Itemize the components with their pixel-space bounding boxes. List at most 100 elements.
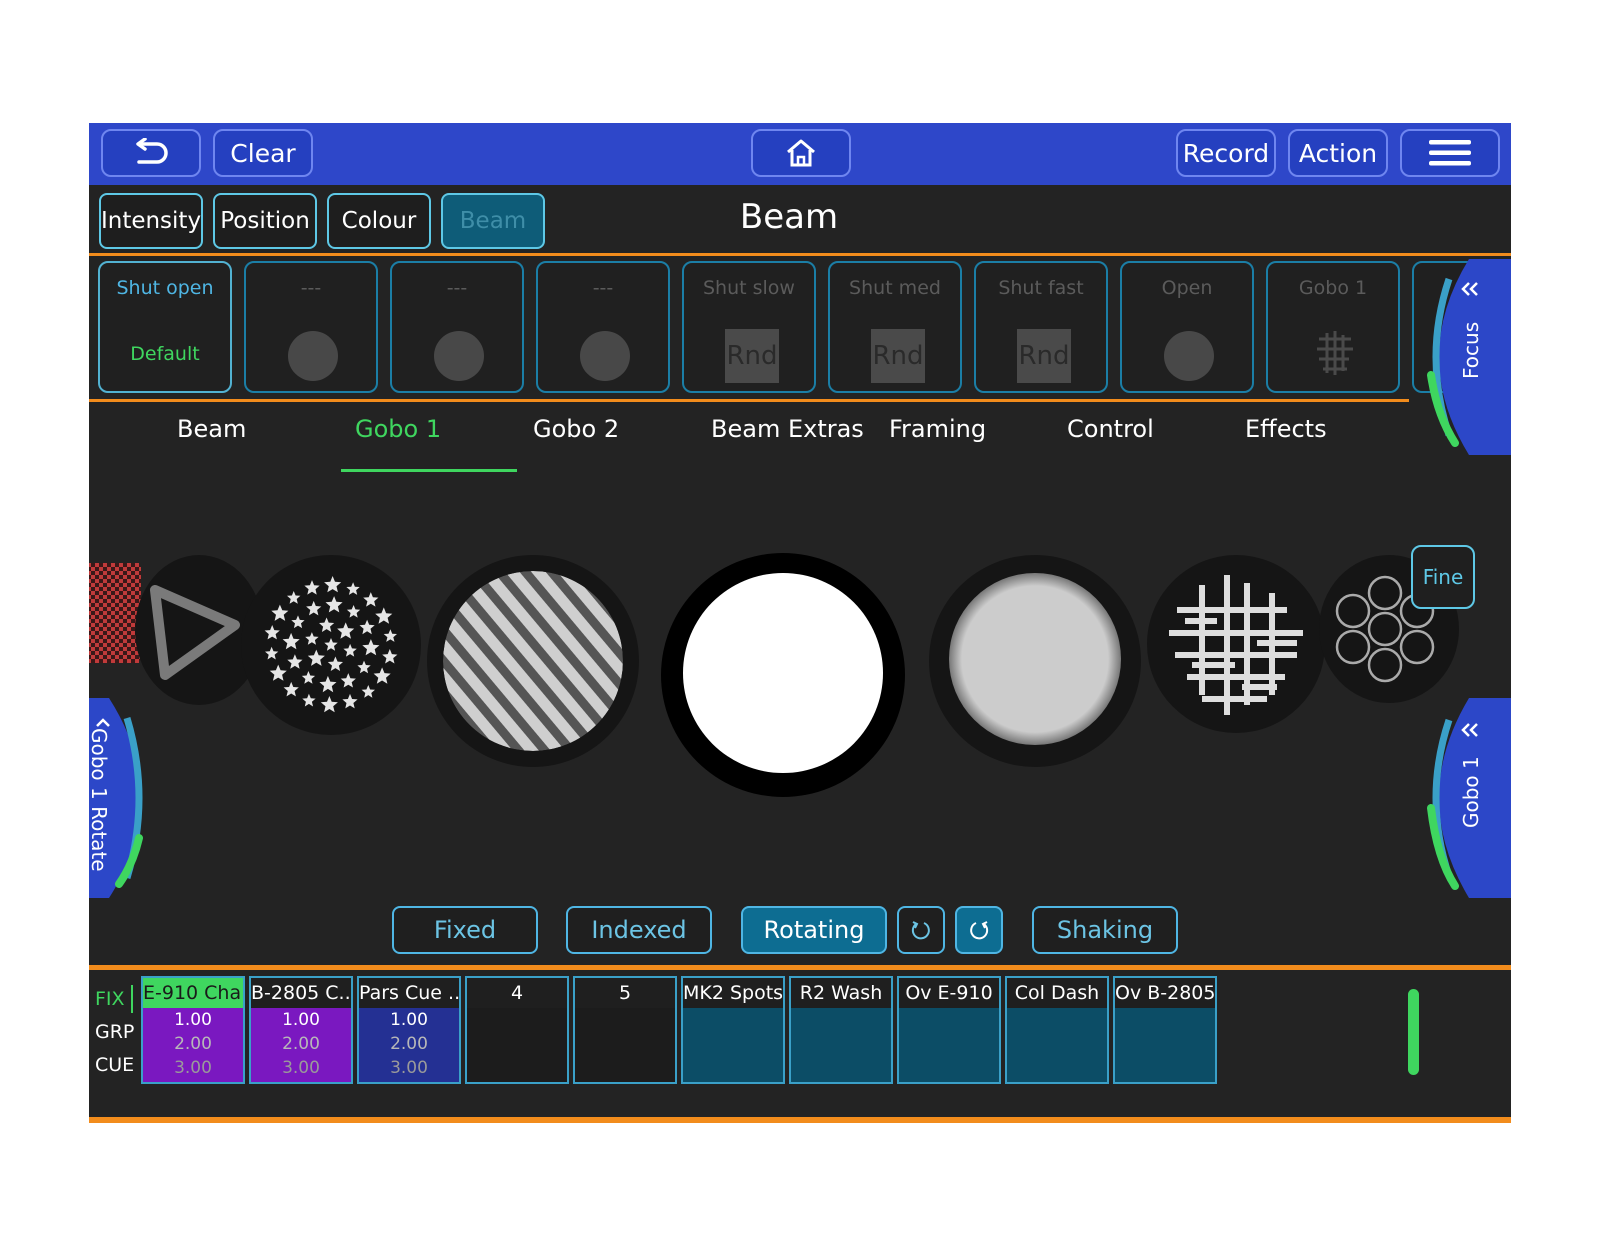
gobo-soft[interactable] xyxy=(929,555,1141,767)
tab-colour[interactable]: Colour xyxy=(327,193,431,249)
mode-fixed-button[interactable]: Fixed xyxy=(392,906,538,954)
fixture-tile[interactable]: E-910 Cha...1.00 2.00 3.00 xyxy=(141,976,245,1084)
tab-beam[interactable]: Beam xyxy=(441,193,545,249)
scroll-indicator[interactable] xyxy=(1408,989,1419,1075)
palette-label: Open xyxy=(1161,277,1213,299)
palette-empty-2[interactable]: --- xyxy=(390,261,524,393)
palette-dot-icon xyxy=(1164,331,1214,381)
palette-dot-icon xyxy=(288,331,338,381)
fixture-tile[interactable]: B-2805 C... 1.00 2.00 3.00 xyxy=(249,976,353,1084)
clear-button[interactable]: Clear xyxy=(213,129,313,177)
subtab-control[interactable]: Control xyxy=(1067,415,1154,443)
tab-position[interactable]: Position xyxy=(213,193,317,249)
divider-palettes xyxy=(89,399,1409,402)
mode-shaking-button[interactable]: Shaking xyxy=(1032,906,1178,954)
fix-row-indicator xyxy=(131,985,133,1013)
fixture-value: 2.00 xyxy=(174,1034,212,1054)
subtab-gobo-1[interactable]: Gobo 1 xyxy=(355,415,441,443)
gobo-open-selected[interactable] xyxy=(661,553,905,797)
fixture-tile[interactable]: Pars Cue ... 1.00 2.00 3.00 xyxy=(357,976,461,1084)
gobo-breakup[interactable] xyxy=(1147,555,1325,733)
palette-label: Shut open xyxy=(116,277,214,299)
fixture-tile[interactable]: 5 xyxy=(573,976,677,1084)
fixture-value: 3.00 xyxy=(390,1058,428,1078)
page-title: Beam xyxy=(739,197,839,237)
fixture-value: 3.00 xyxy=(174,1058,212,1078)
palette-shut-open[interactable]: Shut open Default xyxy=(98,261,232,393)
palette-shut-fast[interactable]: Shut fast Rnd xyxy=(974,261,1108,393)
fixture-value: 1.00 xyxy=(390,1010,428,1030)
fixture-name: Pars Cue ... xyxy=(359,978,459,1008)
palette-label: Shut fast xyxy=(998,277,1084,299)
gobo-stripes[interactable] xyxy=(427,555,639,767)
fixture-name: 5 xyxy=(575,978,675,1008)
fixture-value: 2.00 xyxy=(282,1034,320,1054)
palette-open[interactable]: Open xyxy=(1120,261,1254,393)
palette-label: Shut slow xyxy=(703,277,795,299)
mode-rotating-button[interactable]: Rotating xyxy=(741,906,887,954)
palette-label: Gobo 1 xyxy=(1298,277,1368,299)
fixture-tile[interactable]: R2 Wash xyxy=(789,976,893,1084)
active-subtab-underline xyxy=(341,469,517,472)
palette-random-badge: Rnd xyxy=(871,329,925,383)
cue-row-label: CUE xyxy=(95,1054,135,1076)
fixture-name: Ov E-910 xyxy=(899,978,999,1008)
tab-intensity[interactable]: Intensity xyxy=(99,193,203,249)
subtab-beam-extras[interactable]: Beam Extras xyxy=(711,415,864,443)
action-button[interactable]: Action xyxy=(1288,129,1388,177)
menu-button[interactable] xyxy=(1400,129,1500,177)
fixture-value: 1.00 xyxy=(174,1010,212,1030)
back-button[interactable] xyxy=(101,129,201,177)
undo-arrow-icon xyxy=(136,138,168,164)
home-button[interactable] xyxy=(751,129,851,177)
fixture-tile[interactable]: Ov E-910 xyxy=(897,976,1001,1084)
palette-label: --- xyxy=(300,277,322,299)
record-button[interactable]: Record xyxy=(1176,129,1276,177)
palette-value: Default xyxy=(130,343,200,365)
focus-wheel[interactable]: Focus xyxy=(1409,259,1511,455)
fixture-value: 2.00 xyxy=(390,1034,428,1054)
fix-row-label: FIX xyxy=(95,988,125,1010)
subtab-beam[interactable]: Beam xyxy=(177,415,246,443)
palette-empty-3[interactable]: --- xyxy=(536,261,670,393)
palette-empty-1[interactable]: --- xyxy=(244,261,378,393)
fixture-name: Col Dash xyxy=(1007,978,1107,1008)
palette-random-badge: Rnd xyxy=(1017,329,1071,383)
rotate-ccw-button[interactable] xyxy=(897,906,945,954)
gobo-1-rotate-wheel[interactable]: Gobo 1 Rotate xyxy=(89,698,161,898)
gobo-stars[interactable] xyxy=(241,555,421,735)
divider-top xyxy=(89,253,1511,256)
fixture-name: Ov B-2805 xyxy=(1115,978,1215,1008)
fixture-name: MK2 Spots xyxy=(683,978,783,1008)
subtab-framing[interactable]: Framing xyxy=(889,415,986,443)
console-app: Clear Record Action Intensity Position C… xyxy=(89,123,1511,1123)
gobo-checker[interactable] xyxy=(89,563,141,663)
fine-button[interactable]: Fine xyxy=(1411,545,1475,609)
fixture-name: R2 Wash xyxy=(791,978,891,1008)
palette-label: --- xyxy=(592,277,614,299)
palette-label: --- xyxy=(446,277,468,299)
fixture-tile[interactable]: MK2 Spots xyxy=(681,976,785,1084)
rotate-cw-button[interactable] xyxy=(955,906,1003,954)
subtab-gobo-2[interactable]: Gobo 2 xyxy=(533,415,619,443)
mode-indexed-button[interactable]: Indexed xyxy=(566,906,712,954)
fixture-tile[interactable]: Col Dash xyxy=(1005,976,1109,1084)
fixture-tile[interactable]: Ov B-2805 xyxy=(1113,976,1217,1084)
rotate-cw-icon xyxy=(970,921,989,940)
palette-gobo-1[interactable]: Gobo 1 xyxy=(1266,261,1400,393)
gobo-breakup-icon xyxy=(1317,331,1353,375)
subtab-effects[interactable]: Effects xyxy=(1245,415,1327,443)
fixture-tile[interactable]: 4 xyxy=(465,976,569,1084)
divider-bottom xyxy=(89,965,1511,970)
fixture-name: E-910 Cha... xyxy=(143,978,243,1008)
gobo-1-rotate-label: Gobo 1 Rotate xyxy=(89,728,111,872)
fixture-value: 1.00 xyxy=(282,1010,320,1030)
focus-wheel-label: Focus xyxy=(1459,321,1483,379)
gobo-1-wheel-label: Gobo 1 xyxy=(1459,756,1483,828)
palette-shut-slow[interactable]: Shut slow Rnd xyxy=(682,261,816,393)
rotate-ccw-icon xyxy=(911,921,930,940)
gobo-1-wheel[interactable]: Gobo 1 xyxy=(1409,698,1511,898)
palette-shut-med[interactable]: Shut med Rnd xyxy=(828,261,962,393)
hamburger-menu-icon xyxy=(1429,140,1471,166)
fixture-value: 3.00 xyxy=(282,1058,320,1078)
